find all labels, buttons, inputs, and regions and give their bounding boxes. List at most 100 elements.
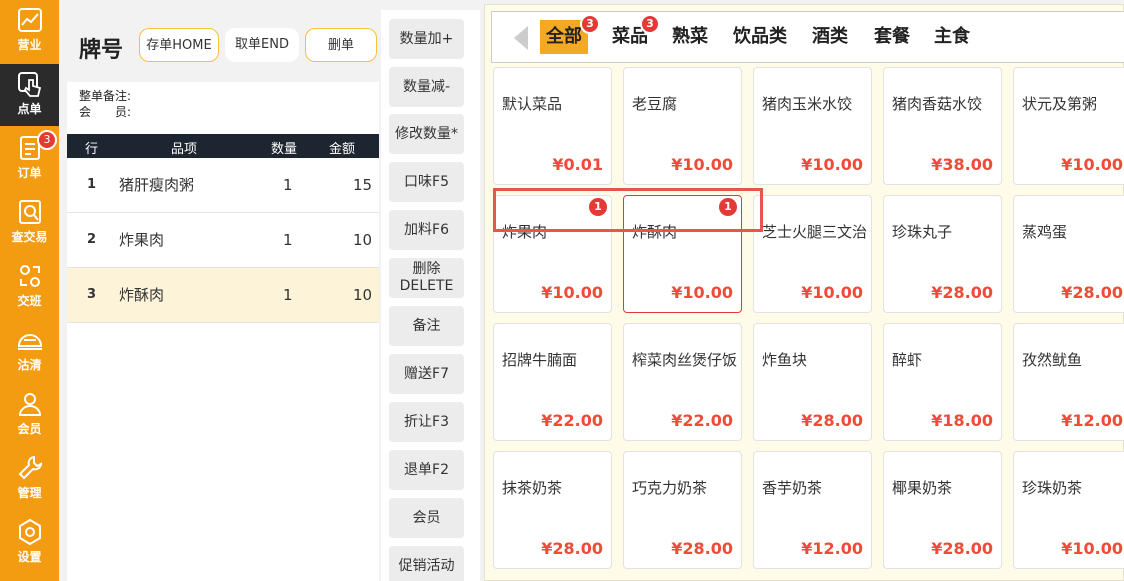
member-icon [16,390,44,418]
dish-card[interactable]: 老豆腐 ¥10.00 [623,67,742,185]
row-item-name: 炸酥肉 [119,286,165,304]
search-doc-icon [16,198,44,226]
order-header: 牌号 存单HOME 取单END 删单 [67,10,379,82]
table-row-selected[interactable]: 3 炸酥肉 1 10 [67,268,379,323]
save-order-button[interactable]: 存单HOME [139,28,219,62]
discount-button[interactable]: 折让F3 [389,402,464,442]
dish-card[interactable]: 炸酥肉 ¥10.00 1 [623,195,742,313]
dish-name: 招牌牛腩面 [502,351,578,369]
dish-price: ¥10.00 [671,283,733,302]
tab-badge: 3 [640,14,660,34]
touch-icon [16,70,44,98]
row-amount: 15 [353,176,373,194]
table-row[interactable]: 2 炸果肉 1 10 [67,213,379,268]
nav-item-order[interactable]: 点单 [0,64,59,126]
nav-item-shift[interactable]: 交班 [0,256,59,318]
tab-all[interactable]: 全部 3 [540,14,600,54]
dish-card[interactable]: 猪肉玉米水饺 ¥10.00 [753,67,872,185]
order-note-label[interactable]: 整单备注: [79,88,131,104]
chart-icon [16,6,44,34]
dish-card[interactable]: 招牌牛腩面 ¥22.00 [493,323,612,441]
dish-card[interactable]: 香芋奶茶 ¥12.00 [753,451,872,569]
tab-staple[interactable]: 主食 [930,20,974,54]
dish-name: 老豆腐 [632,95,678,113]
dish-card[interactable]: 珍珠奶茶 ¥10.00 [1013,451,1124,569]
tab-combo[interactable]: 套餐 [870,20,914,54]
dish-card[interactable]: 蒸鸡蛋 ¥28.00 [1013,195,1124,313]
dish-price: ¥10.00 [801,155,863,174]
dish-name: 醉虾 [892,351,923,369]
nav-item-manage[interactable]: 管理 [0,448,59,510]
fetch-order-button[interactable]: 取单END [225,28,299,62]
nav-label: 沽清 [17,358,42,372]
dish-name: 榨菜肉丝煲仔饭 [632,351,738,369]
menu-area: 全部 3 菜品 3 熟菜 饮品类 酒类 套餐 主食 默认菜品 ¥0.01 老豆腐 ¥1… [484,4,1124,581]
qty-decrease-button[interactable]: 数量减- [389,67,464,107]
action-column: 数量加+ 数量减- 修改数量* 口味F5 加料F6 删除 DELETE 备注 赠… [381,10,480,581]
row-item-name: 炸果肉 [119,231,165,249]
dish-card[interactable]: 炸鱼块 ¥28.00 [753,323,872,441]
dish-count-badge: 1 [717,196,739,218]
tab-dishes[interactable]: 菜品 3 [608,14,660,54]
tab-alcohol[interactable]: 酒类 [808,20,852,54]
edit-qty-button[interactable]: 修改数量* [389,114,464,154]
nav-item-settings[interactable]: 设置 [0,512,59,574]
table-row[interactable]: 1 猪肝瘦肉粥 1 15 [67,158,379,213]
dish-card[interactable]: 孜然鱿鱼 ¥12.00 [1013,323,1124,441]
dish-card[interactable]: 椰果奶茶 ¥28.00 [883,451,1002,569]
dish-card[interactable]: 抹茶奶茶 ¥28.00 [493,451,612,569]
side-nav: 营业 点单 3 订单 查交易 交班 沽清 会员 管理 设置 [0,0,59,581]
remark-button[interactable]: 备注 [389,306,464,346]
tab-drinks[interactable]: 饮品类 [730,20,790,54]
delete-order-button[interactable]: 删单 [305,28,377,62]
member-button[interactable]: 会员 [389,498,464,538]
dish-name: 状元及第粥 [1022,95,1098,113]
dish-name: 珍珠丸子 [892,223,953,241]
category-bar: 全部 3 菜品 3 熟菜 饮品类 酒类 套餐 主食 [491,11,1124,63]
tag-number-title: 牌号 [79,38,124,63]
gift-button[interactable]: 赠送F7 [389,354,464,394]
col-item: 品项 [171,142,198,157]
row-qty: 1 [283,286,293,304]
dish-card[interactable]: 默认菜品 ¥0.01 [493,67,612,185]
dish-name: 炸果肉 [502,223,548,241]
delete-item-button[interactable]: 删除 DELETE [389,258,464,298]
nav-item-business[interactable]: 营业 [0,0,59,62]
dish-name: 孜然鱿鱼 [1022,351,1083,369]
dish-card[interactable]: 猪肉香菇水饺 ¥38.00 [883,67,1002,185]
dish-card[interactable]: 榨菜肉丝煲仔饭 ¥22.00 [623,323,742,441]
qty-increase-button[interactable]: 数量加+ [389,19,464,59]
refund-button[interactable]: 退单F2 [389,450,464,490]
dish-card[interactable]: 状元及第粥 ¥10.00 [1013,67,1124,185]
nav-item-member[interactable]: 会员 [0,384,59,446]
dish-name: 炸酥肉 [632,223,678,241]
nav-label: 设置 [17,550,42,564]
chevron-left-icon[interactable] [514,26,528,50]
promotion-button[interactable]: 促销活动 [389,546,464,581]
dish-price: ¥22.00 [541,411,603,430]
tab-cooked[interactable]: 熟菜 [668,20,712,54]
dish-card[interactable]: 芝士火腿三文治 ¥10.00 [753,195,872,313]
dish-card[interactable]: 珍珠丸子 ¥28.00 [883,195,1002,313]
shift-icon [16,262,44,290]
nav-label: 管理 [17,486,42,500]
nav-item-soldout[interactable]: 沽清 [0,320,59,382]
nav-label: 交班 [17,294,42,308]
dish-cover-icon [16,326,44,354]
col-amount: 金额 [329,142,356,157]
dish-price: ¥28.00 [931,539,993,558]
dish-card[interactable]: 巧克力奶茶 ¥28.00 [623,451,742,569]
nav-item-orders[interactable]: 3 订单 [0,128,59,190]
flavor-button[interactable]: 口味F5 [389,162,464,202]
member-label[interactable]: 会 员: [79,104,131,120]
dish-card[interactable]: 炸果肉 ¥10.00 1 [493,195,612,313]
dish-name: 抹茶奶茶 [502,479,563,497]
dish-name: 蒸鸡蛋 [1022,223,1068,241]
nav-label: 订单 [17,166,42,180]
nav-item-transactions[interactable]: 查交易 [0,192,59,254]
row-number: 1 [87,177,97,192]
add-ons-button[interactable]: 加料F6 [389,210,464,250]
dish-count-badge: 1 [587,196,609,218]
dish-price: ¥22.00 [671,411,733,430]
dish-card[interactable]: 醉虾 ¥18.00 [883,323,1002,441]
